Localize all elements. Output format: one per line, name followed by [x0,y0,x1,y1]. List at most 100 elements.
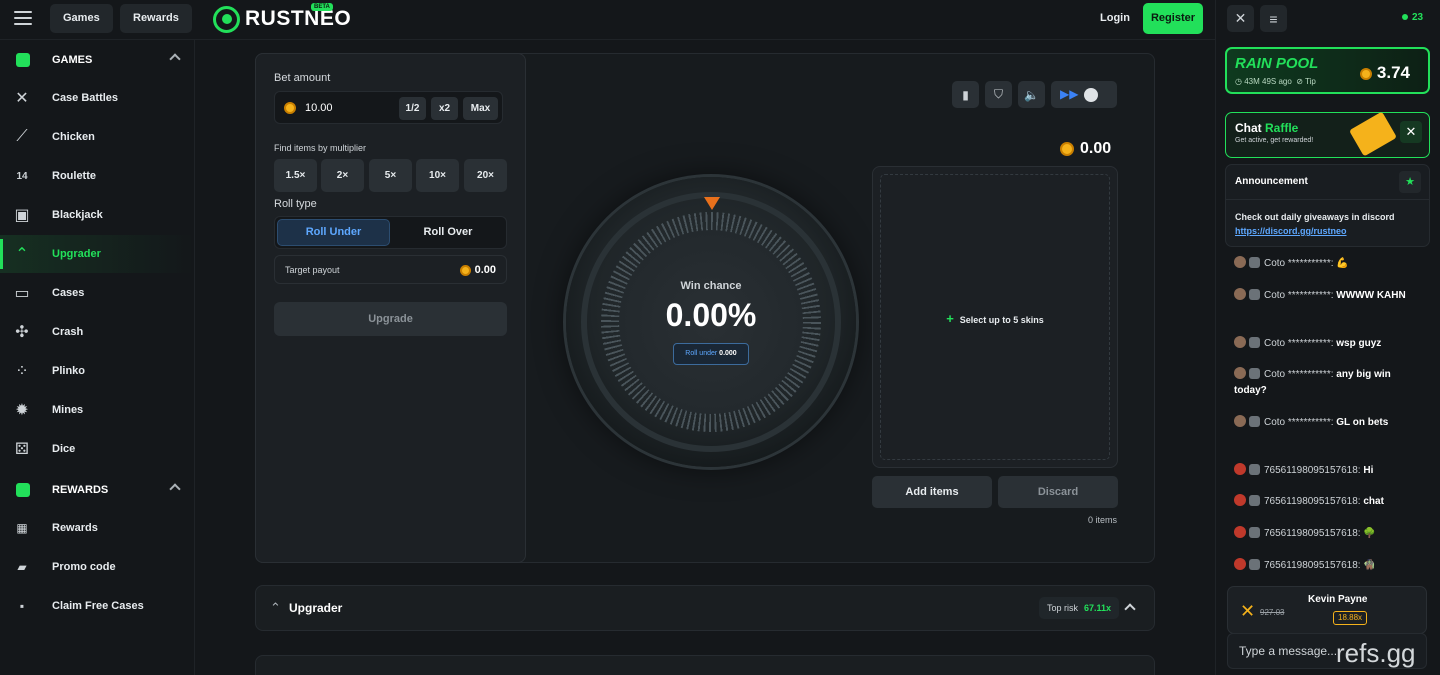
register-button[interactable]: Register [1143,3,1203,34]
double-bet-button[interactable]: x2 [431,97,458,120]
pin-icon[interactable]: ★ [1399,171,1421,193]
rain-pool[interactable]: RAIN POOL ◷ 43M 49S ago ⊘ Tip 3.74 [1225,47,1430,94]
stats-button[interactable]: ▮ [952,81,979,108]
chat-username[interactable]: 76561198095157618: [1264,496,1361,507]
multiplier-button[interactable]: 1.5× [274,159,317,192]
live-drop-card[interactable]: ✕ Kevin Payne 927.03 18.88x [1227,586,1427,634]
drop-multiplier: 18.88x [1333,611,1368,625]
sidebar-item-label: Promo code [52,561,116,573]
sidebar-item-upgrader[interactable]: ⌃ Upgrader [0,235,195,273]
dial-pointer-icon [704,197,720,210]
add-items-button[interactable]: Add items [872,476,992,508]
chat-username[interactable]: Coto ***********: [1264,258,1334,269]
avatar[interactable] [1234,336,1246,348]
online-dot-icon [1402,14,1408,21]
menu-icon[interactable] [14,11,32,25]
chat-menu-button[interactable]: ≡ [1260,5,1287,32]
mines-icon: ✹ [15,402,29,419]
chat-username[interactable]: Coto ***********: [1264,417,1334,428]
sidebar-item-mines[interactable]: ✹ Mines [0,391,195,429]
games-button[interactable]: Games [50,4,113,33]
rewards-section-label: REWARDS [52,484,109,496]
avatar[interactable] [1234,367,1246,379]
bet-amount-field[interactable]: 10.00 1/2 x2 Max [274,91,503,124]
coin-icon [459,264,471,276]
rewards-section-header[interactable]: REWARDS [0,475,195,505]
rain-timer: 43M 49S ago [1244,77,1292,86]
chat-text: WWWW KAHN [1336,290,1406,301]
plus-icon: + [946,311,954,326]
roll-under-button[interactable]: Roll Under [277,219,390,246]
chat-text: chat [1363,496,1384,507]
level-badge-icon [1249,495,1260,506]
upgrade-button[interactable]: Upgrade [274,302,507,336]
chat-username[interactable]: 76561198095157618: [1264,560,1361,571]
sidebar-item-roulette[interactable]: 14 Roulette [0,157,195,195]
fairness-button[interactable]: ⛉ [985,81,1012,108]
roll-over-button[interactable]: Roll Over [392,219,504,246]
target-payout-label: Target payout [285,265,340,275]
target-payout-value-wrap: 0.00 [459,264,496,276]
ticket-icon [1349,111,1397,157]
roll-under-pill: Roll under 0.000 [673,343,749,365]
upgrader-info-accordion[interactable]: ⌃ Upgrader Top risk 67.11x [255,585,1155,631]
avatar[interactable] [1234,288,1246,300]
chevron-up-icon [169,483,181,495]
login-button[interactable]: Login [1100,12,1130,24]
multiplier-button[interactable]: 5× [369,159,412,192]
chat-username[interactable]: 76561198095157618: [1264,465,1361,476]
chat-text: wsp guyz [1336,338,1382,349]
sidebar-item-case-battles[interactable]: ✕ Case Battles [0,79,195,117]
fast-mode-toggle[interactable]: ▶▶ [1051,81,1117,108]
chat-username[interactable]: Coto ***********: [1264,290,1334,301]
sidebar-item-chicken[interactable]: ⟋ Chicken [0,118,195,156]
multiplier-button[interactable]: 20× [464,159,507,192]
sidebar-item-cases[interactable]: ▭ Cases [0,274,195,312]
chat-raffle-banner[interactable]: Chat Raffle Get active, get rewarded! ✕ [1225,111,1430,158]
chat-username[interactable]: 76561198095157618: [1264,528,1361,539]
sound-button[interactable]: 🔈 [1018,81,1045,108]
sidebar-item-blackjack[interactable]: ▣ Blackjack [0,196,195,234]
avatar[interactable] [1234,558,1246,570]
rewards-button[interactable]: Rewards [120,4,192,33]
level-badge-icon [1249,527,1260,538]
sidebar-item-dice[interactable]: ⚄ Dice [0,430,195,468]
skin-selector[interactable]: + Select up to 5 skins [872,166,1118,468]
close-chat-button[interactable]: ✕ [1227,5,1254,32]
sidebar-item-label: Plinko [52,365,86,377]
coin-icon [1359,67,1372,80]
sidebar-item-plinko[interactable]: ⁘ Plinko [0,352,195,390]
rain-tip-link[interactable]: Tip [1305,77,1316,86]
avatar[interactable] [1234,494,1246,506]
close-icon[interactable]: ✕ [1400,121,1422,143]
sidebar-item-claim-free-cases[interactable]: ▪ Claim Free Cases [0,587,195,625]
multiplier-button[interactable]: 2× [321,159,364,192]
bar-chart-icon: ▮ [962,87,969,102]
coin-icon [284,102,296,114]
level-badge-icon [1249,559,1260,570]
select-skins-prompt[interactable]: + Select up to 5 skins [873,311,1117,326]
chevron-up-icon[interactable] [1124,603,1136,615]
sidebar-item-rewards[interactable]: ▦ Rewards [0,509,195,547]
target-payout: Target payout 0.00 [274,255,507,284]
rain-pool-meta: ◷ 43M 49S ago ⊘ Tip [1235,77,1316,86]
games-section-header[interactable]: GAMES [0,45,195,75]
avatar[interactable] [1234,415,1246,427]
sidebar-item-crash[interactable]: ✣ Crash [0,313,195,351]
multiplier-button[interactable]: 10× [416,159,459,192]
avatar[interactable] [1234,463,1246,475]
chat-username[interactable]: Coto ***********: [1264,369,1334,380]
sidebar-item-label: Mines [52,404,84,416]
fast-forward-icon: ▶▶ [1060,87,1079,101]
announcement-link[interactable]: https://discord.gg/rustneo [1235,226,1347,236]
half-bet-button[interactable]: 1/2 [399,97,426,120]
chat-text: 🌳 [1363,528,1376,539]
logo[interactable]: RUSTNEO BETA [213,3,351,33]
avatar[interactable] [1234,256,1246,268]
sidebar: GAMES ✕ Case Battles ⟋ Chicken 14 Roulet… [0,40,195,675]
discard-button[interactable]: Discard [998,476,1118,508]
sidebar-item-promo-code[interactable]: ▰ Promo code [0,548,195,586]
max-bet-button[interactable]: Max [463,97,498,120]
avatar[interactable] [1234,526,1246,538]
chat-username[interactable]: Coto ***********: [1264,338,1334,349]
